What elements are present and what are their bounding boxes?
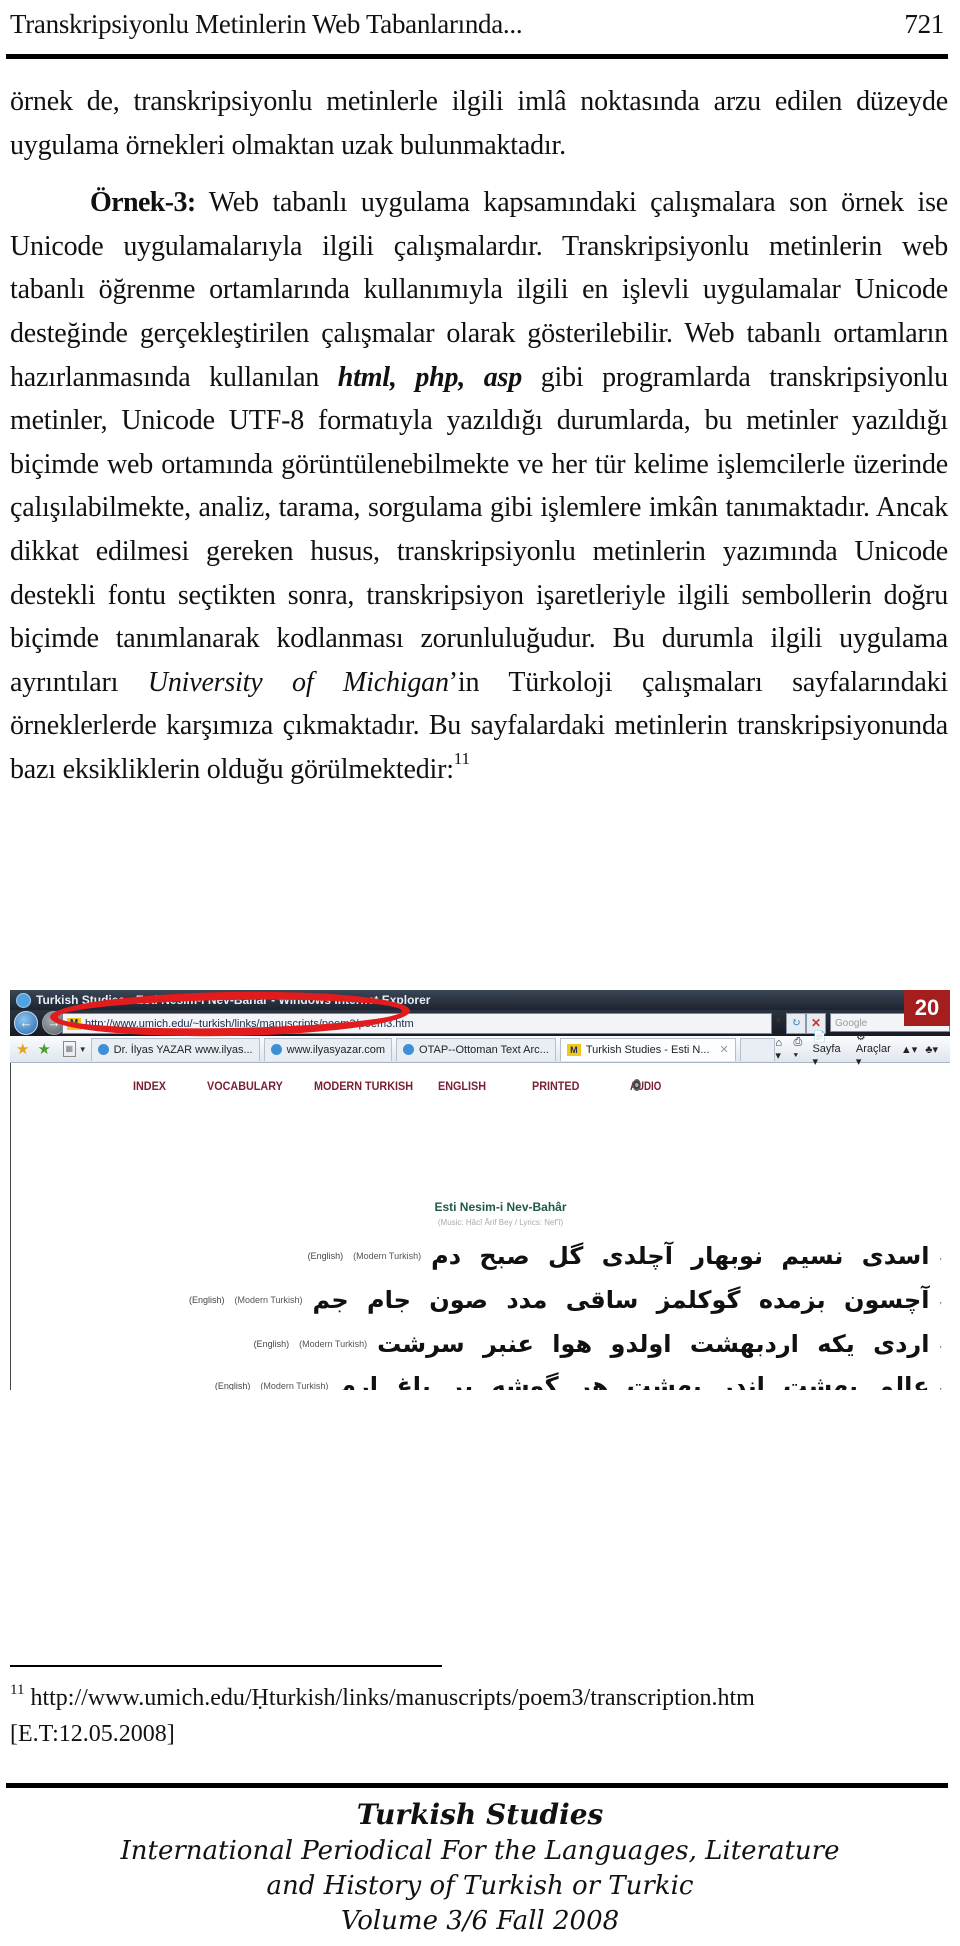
english-link[interactable]: (English) [254, 1339, 290, 1349]
verse-row: (English) (Modern Turkish) آچسون بزمده گو… [179, 1283, 942, 1317]
research-icon[interactable]: ▲▾ [901, 1043, 917, 1056]
modern-turkish-link[interactable]: (Modern Turkish) [353, 1251, 421, 1261]
tab-otap[interactable]: OTAP--Ottoman Text Arc... [396, 1037, 556, 1061]
journal-subtitle-2: and History of Turkish or Turkic [266, 1871, 694, 1901]
tab-label: Turkish Studies - Esti N... [585, 1043, 710, 1056]
english-link[interactable]: (English) [308, 1251, 344, 1261]
nav-english[interactable]: ENGLISH [438, 1079, 486, 1093]
header-rule [6, 54, 948, 59]
nav-vocabulary[interactable]: VOCABULARY [207, 1079, 283, 1093]
paragraph-1: örnek de, transkripsiyonlu metinlerle il… [10, 86, 948, 161]
verse-marker: , [939, 1381, 942, 1390]
home-icon[interactable]: ⌂ ▾ [775, 1037, 785, 1062]
verse-links: (English) (Modern Turkish) [179, 1295, 303, 1305]
page-number: 721 [904, 8, 944, 39]
tab-label: OTAP--Ottoman Text Arc... [419, 1043, 549, 1056]
verse-row: (English) (Modern Turkish) عالم بهشت اندر… [205, 1369, 942, 1390]
tab-label: www.ilyasyazar.com [286, 1043, 386, 1056]
tab-label: Dr. İlyas YAZAR www.ilyas... [113, 1043, 253, 1056]
footnote-rule [10, 1665, 442, 1667]
tab-turkish-studies[interactable]: M Turkish Studies - Esti N... ✕ [559, 1037, 736, 1061]
umich-favicon-icon: M [566, 1043, 581, 1056]
tab-ilyas-yazar[interactable]: Dr. İlyas YAZAR www.ilyas... [90, 1037, 260, 1061]
browser-screenshot-figure: Turkish Studies - Esti Nesim-i Nev-Bahar… [10, 990, 950, 1390]
verse-text: اردی یکه اردبهشت اولدو هوا عنبر سرشت [377, 1330, 930, 1358]
nav-index[interactable]: INDEX [133, 1079, 166, 1093]
running-header: Transkripsiyonlu Metinlerin Web Tabanlar… [10, 2, 944, 46]
footer-rule [6, 1783, 948, 1788]
ie-icon [270, 1044, 282, 1055]
print-icon[interactable]: ⎙ ▾ [794, 1036, 805, 1062]
footnote-access-date: [E.T:12.05.2008] [10, 1721, 175, 1747]
paragraph-2-text-b: gibi programlarda transkripsiyonlu metin… [10, 361, 948, 698]
institution-name: University of Michigan [147, 666, 449, 698]
verse-marker: , [939, 1251, 942, 1261]
journal-volume: Volume 3/6 Fall 2008 [340, 1906, 620, 1936]
tools-menu-label: Araçlar [855, 1043, 891, 1055]
example-label: Örnek-3: [90, 187, 196, 219]
web-page-content: INDEX VOCABULARY MODERN TURKISH ENGLISH … [10, 1063, 950, 1390]
tab-list-dropdown-icon[interactable]: ▼ [79, 1045, 87, 1054]
footnote-ref[interactable]: 11 [454, 749, 470, 768]
verse-links: (English) (Modern Turkish) [298, 1251, 422, 1261]
page-badge: 20 [904, 990, 950, 1026]
poem-credit: (Music: Hâcî Ârif Bey / Lyrics: Nef'î) [437, 1218, 564, 1227]
ie-icon [16, 992, 31, 1008]
footnote: 11 http://www.umich.edu/Ḥturkish/links/m… [10, 1680, 755, 1752]
english-link[interactable]: (English) [189, 1295, 225, 1305]
modern-turkish-link[interactable]: (Modern Turkish) [234, 1295, 302, 1305]
new-tab-button[interactable] [739, 1037, 776, 1061]
back-arrow-icon[interactable]: ← [14, 1011, 38, 1035]
footnote-number: 11 [10, 1682, 25, 1698]
footnote-line-1: 11 http://www.umich.edu/Ḥturkish/links/m… [10, 1680, 755, 1716]
tab-bar: ★ ★ ▦ ▼ Dr. İlyas YAZAR www.ilyas... www… [10, 1031, 950, 1068]
nav-printed[interactable]: PRINTED [532, 1079, 579, 1093]
journal-title: Turkish Studies [356, 1798, 604, 1831]
url-dropdown-icon[interactable]: ▼ [774, 1015, 783, 1025]
site-navigation: INDEX VOCABULARY MODERN TURKISH ENGLISH … [11, 1079, 950, 1099]
running-title: Transkripsiyonlu Metinlerin Web Tabanlar… [10, 8, 523, 39]
quick-tabs-icon[interactable]: ▦ [62, 1041, 76, 1057]
journal-subtitle-1: International Periodical For the Languag… [120, 1836, 840, 1866]
modern-turkish-link[interactable]: (Modern Turkish) [299, 1339, 367, 1349]
body-text: örnek de, transkripsiyonlu metinlerle il… [10, 80, 948, 792]
english-link[interactable]: (English) [215, 1381, 251, 1390]
paragraph-2: Örnek-3: Web tabanlı uygulama kapsamında… [10, 181, 948, 791]
tab-ilyasyazar-com[interactable]: www.ilyasyazar.com [263, 1037, 393, 1061]
add-favorites-icon[interactable]: ★ [37, 1040, 50, 1058]
favorites-star-icon[interactable]: ★ [16, 1040, 29, 1058]
translate-icon[interactable]: ♣▾ [925, 1043, 938, 1056]
verse-row: (English) (Modern Turkish) اسدی نسیم نوبه… [298, 1239, 942, 1273]
verse-marker: , [939, 1339, 942, 1349]
verse-links: (English) (Modern Turkish) [205, 1381, 329, 1390]
modern-turkish-link[interactable]: (Modern Turkish) [260, 1381, 328, 1390]
footnote-url[interactable]: http://www.umich.edu/Ḥturkish/links/manu… [30, 1685, 754, 1711]
verse-text: اسدی نسیم نوبهار آچلدی گل صبح دم [431, 1242, 930, 1270]
close-tab-icon[interactable]: ✕ [720, 1043, 729, 1056]
nav-modern-turkish[interactable]: MODERN TURKISH [314, 1079, 413, 1093]
verse-links: (English) (Modern Turkish) [244, 1339, 368, 1349]
ie-icon [403, 1044, 415, 1055]
ie-icon [97, 1044, 109, 1055]
verse-marker: , [939, 1295, 942, 1305]
code-terms: html, php, asp [337, 361, 523, 393]
journal-footer: Turkish Studies International Periodical… [0, 1796, 960, 1939]
page-menu-label: Sayfa [812, 1043, 841, 1055]
poem-title: Esti Nesim-i Nev-Bahâr [434, 1200, 567, 1214]
verse-text: آچسون بزمده گوکلمز ساقی مدد صون جام جم [312, 1286, 930, 1314]
verse-text: عالم بهشت اندر بهشت هر گوشه بر باغ ارم [338, 1372, 930, 1390]
verse-row: (English) (Modern Turkish) اردی یکه اردبه… [244, 1327, 942, 1361]
audio-cd-icon [632, 1079, 641, 1091]
